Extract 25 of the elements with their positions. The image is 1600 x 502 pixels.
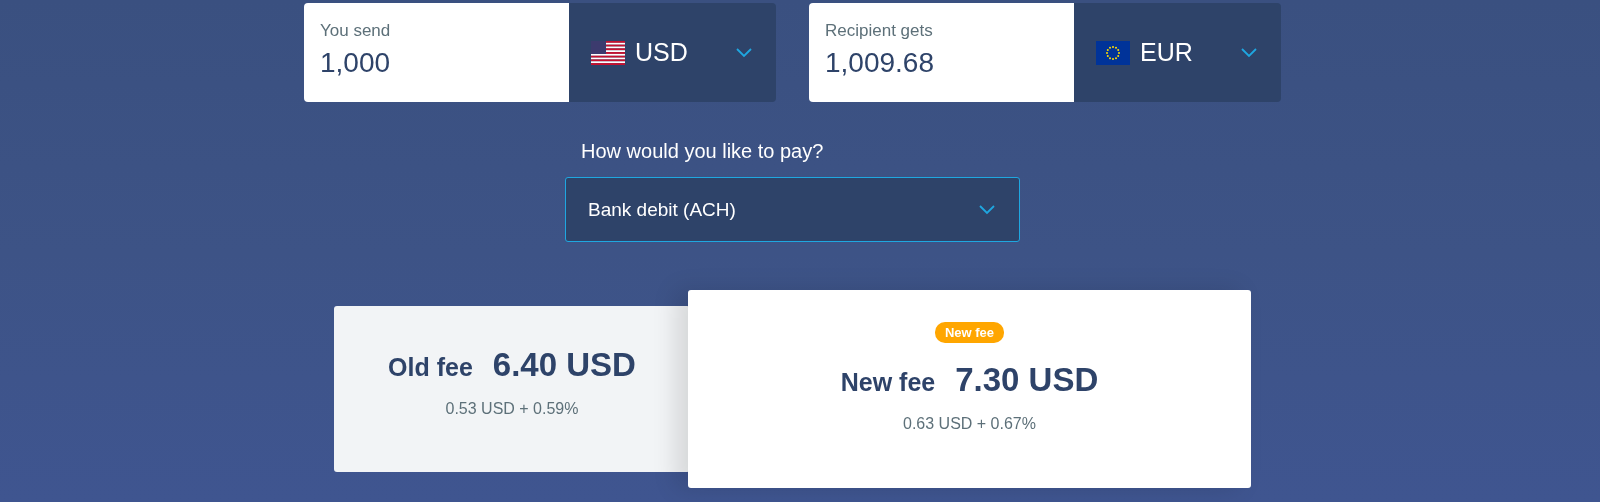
amount-field[interactable]: You send 1,000: [304, 3, 569, 102]
fee-label: Old fee: [388, 353, 473, 382]
amount-value: 1,000: [320, 47, 392, 79]
currency-code: USD: [635, 38, 689, 67]
field-label: Recipient gets: [825, 21, 934, 41]
fee-amount: 7.30 USD: [955, 361, 1099, 399]
fee-breakdown: 0.53 USD + 0.59%: [445, 400, 579, 418]
fee-label: New fee: [840, 368, 936, 397]
field-label: You send: [320, 21, 392, 41]
payment-question: How would you like to pay?: [581, 140, 824, 163]
currency-select[interactable]: USD: [569, 3, 776, 102]
chevron-down-icon: [1241, 47, 1257, 58]
currency-select[interactable]: EUR: [1074, 3, 1281, 102]
fee-breakdown: 0.63 USD + 0.67%: [903, 415, 1036, 433]
currency-code: EUR: [1140, 38, 1194, 67]
fee-amount: 6.40 USD: [492, 346, 636, 384]
amount-value: 1,009.68: [825, 47, 935, 79]
chevron-down-icon: [736, 47, 752, 58]
new-fee-badge: New fee: [934, 322, 1005, 343]
payment-method-value: Bank debit (ACH): [588, 198, 737, 221]
payment-method-select[interactable]: Bank debit (ACH): [565, 177, 1020, 242]
amount-field[interactable]: Recipient gets 1,009.68: [809, 3, 1074, 102]
chevron-down-icon: [979, 204, 995, 215]
us-flag-icon: [591, 40, 625, 65]
eu-flag-icon: [1096, 40, 1130, 65]
